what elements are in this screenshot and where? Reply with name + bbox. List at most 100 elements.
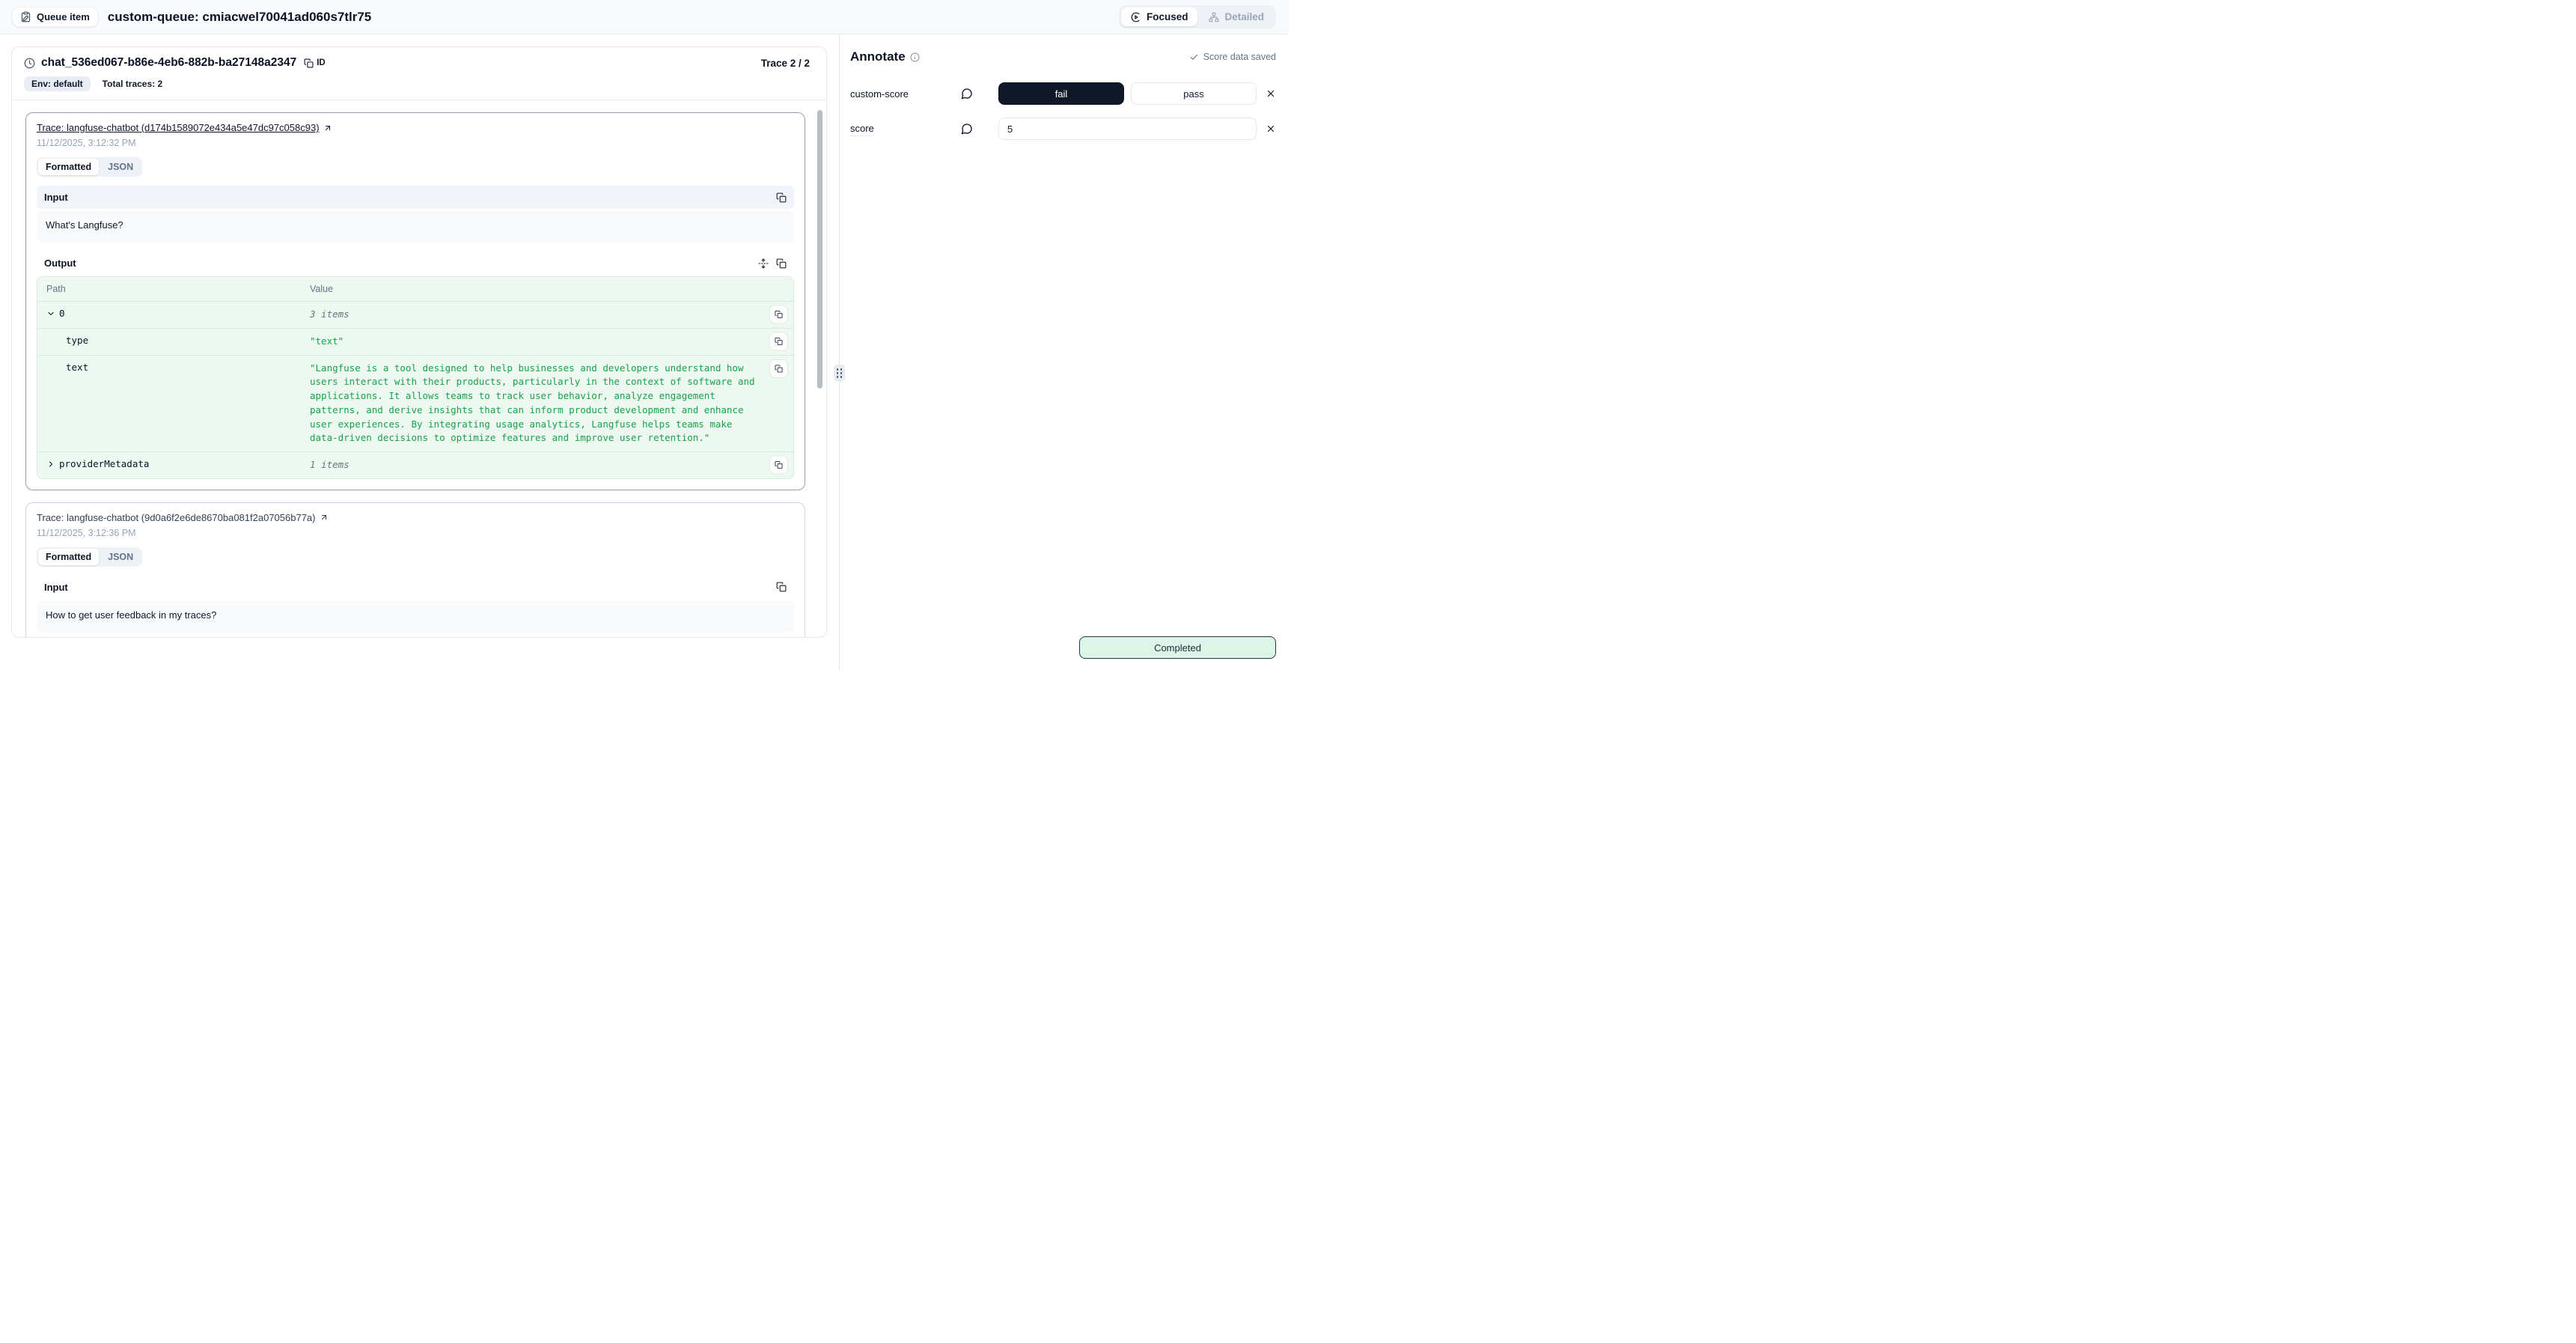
copy-icon (775, 365, 783, 373)
queue-item-badge: Queue item (12, 7, 98, 27)
copy-row-button[interactable] (770, 333, 787, 350)
comment-icon[interactable] (961, 123, 982, 135)
queue-item-panel: chat_536ed067-b86e-4eb6-882b-ba27148a234… (11, 46, 827, 638)
score-saved-status: Score data saved (1189, 52, 1276, 62)
trace-1-link-label: Trace: langfuse-chatbot (d174b1589072e43… (37, 122, 320, 133)
main-area: chat_536ed067-b86e-4eb6-882b-ba27148a234… (0, 34, 1288, 672)
trace-counter: Trace 2 / 2 (761, 58, 814, 69)
grip-dots-icon (837, 368, 843, 378)
table-row: providerMetadata 1 items (37, 452, 793, 478)
tab-focused[interactable]: Focused (1121, 7, 1198, 26)
external-link-icon (323, 124, 332, 133)
score-option-buttons: fail pass (998, 82, 1257, 105)
chevron-down-icon (46, 309, 55, 318)
copy-row-button[interactable] (770, 306, 787, 323)
info-icon[interactable] (910, 52, 920, 62)
copy-id-label: ID (317, 58, 326, 67)
copy-output-button[interactable] (776, 258, 787, 269)
traces-scroll-area[interactable]: Trace: langfuse-chatbot (d174b1589072e43… (12, 100, 826, 637)
queue-item-header: chat_536ed067-b86e-4eb6-882b-ba27148a234… (12, 47, 826, 100)
annotate-title: Annotate (850, 49, 906, 64)
copy-row-button[interactable] (770, 457, 787, 474)
copy-input-button[interactable] (776, 582, 787, 592)
trace-2-input-text: How to get user feedback in my traces? (37, 600, 794, 633)
tab-formatted[interactable]: Formatted (38, 549, 99, 565)
score-row-custom-score: custom-score fail pass (850, 82, 1276, 105)
trace-1-output-header: Output (37, 252, 794, 275)
annotate-footer: Completed (850, 636, 1276, 659)
row-path: type (46, 335, 310, 349)
trace-2-format-tabs: Formatted JSON (37, 547, 142, 567)
score-value-input[interactable] (998, 118, 1257, 140)
copy-icon (776, 258, 787, 269)
vertical-scrollbar[interactable] (817, 110, 822, 389)
score-row-score: score (850, 118, 1276, 140)
row-path[interactable]: providerMetadata (46, 458, 310, 472)
trace-2-input-header: Input (37, 576, 794, 599)
network-icon (1209, 12, 1219, 22)
trace-card-1: Trace: langfuse-chatbot (d174b1589072e43… (25, 112, 805, 490)
total-traces-label: Total traces: 2 (103, 79, 162, 89)
tab-detailed[interactable]: Detailed (1199, 7, 1274, 26)
delete-score-button[interactable] (1266, 124, 1276, 134)
queue-item-column: chat_536ed067-b86e-4eb6-882b-ba27148a234… (0, 34, 839, 672)
row-value: "text" (310, 335, 760, 349)
tab-focused-label: Focused (1147, 11, 1188, 22)
score-name: score (850, 123, 874, 136)
option-fail-button[interactable]: fail (998, 82, 1124, 105)
panel-resize-handle[interactable] (834, 365, 845, 382)
tab-formatted[interactable]: Formatted (38, 159, 99, 175)
tab-json[interactable]: JSON (100, 159, 141, 175)
copy-id-button[interactable]: ID (304, 58, 326, 68)
score-input-wrap (998, 118, 1257, 140)
clock-icon (24, 58, 35, 69)
unfold-vertical-icon (758, 258, 769, 269)
tab-json[interactable]: JSON (100, 549, 141, 565)
trace-1-link[interactable]: Trace: langfuse-chatbot (d174b1589072e43… (37, 122, 332, 133)
view-mode-toggle: Focused Detailed (1119, 5, 1276, 28)
clipboard-pen-icon (20, 11, 31, 22)
table-row: text "Langfuse is a tool designed to hel… (37, 356, 793, 453)
completed-button[interactable]: Completed (1079, 636, 1276, 659)
copy-input-button[interactable] (776, 192, 787, 203)
annotate-panel: Annotate Score data saved custom-score f (839, 34, 1288, 672)
value-column-header: Value (310, 284, 784, 294)
option-pass-button[interactable]: pass (1131, 82, 1257, 105)
path-column-header: Path (46, 284, 310, 294)
annotation-queue-page: Queue item custom-queue: cmiacwel70041ad… (0, 0, 1288, 672)
queue-item-badge-label: Queue item (37, 11, 90, 22)
row-path-label: text (66, 362, 88, 373)
comment-icon[interactable] (961, 88, 982, 100)
queue-item-header-row: chat_536ed067-b86e-4eb6-882b-ba27148a234… (24, 56, 814, 70)
expand-output-button[interactable] (758, 258, 769, 269)
copy-icon (304, 58, 314, 68)
copy-icon (775, 461, 783, 469)
annotate-header: Annotate Score data saved (850, 49, 1276, 64)
row-path-label: 0 (59, 308, 65, 319)
row-value: 1 items (310, 458, 760, 472)
row-path: text (46, 362, 310, 446)
input-label: Input (44, 582, 68, 593)
tab-detailed-label: Detailed (1224, 11, 1264, 22)
trace-1-output-table: Path Value 0 3 items (37, 276, 794, 479)
copy-icon (776, 582, 787, 592)
copy-row-button[interactable] (770, 360, 787, 377)
score-saved-label: Score data saved (1203, 52, 1276, 62)
output-label: Output (44, 258, 76, 269)
trace-1-input-text: What's Langfuse? (37, 210, 794, 243)
row-path-label: providerMetadata (59, 458, 149, 469)
score-rows: custom-score fail pass score (850, 82, 1276, 140)
delete-score-button[interactable] (1266, 88, 1276, 99)
top-bar: Queue item custom-queue: cmiacwel70041ad… (0, 0, 1288, 34)
page-title: custom-queue: cmiacwel70041ad060s7tlr75 (108, 10, 371, 25)
trace-2-link[interactable]: Trace: langfuse-chatbot (9d0a6f2e6de8670… (37, 512, 329, 523)
row-path[interactable]: 0 (46, 308, 310, 322)
output-table-header: Path Value (37, 277, 793, 302)
trace-card-2: Trace: langfuse-chatbot (9d0a6f2e6de8670… (25, 502, 805, 637)
table-row: type "text" (37, 329, 793, 356)
table-row: 0 3 items (37, 302, 793, 329)
trace-1-format-tabs: Formatted JSON (37, 157, 142, 177)
row-path-label: type (66, 335, 88, 346)
trace-2-link-label: Trace: langfuse-chatbot (9d0a6f2e6de8670… (37, 512, 316, 523)
x-icon (1266, 124, 1276, 134)
